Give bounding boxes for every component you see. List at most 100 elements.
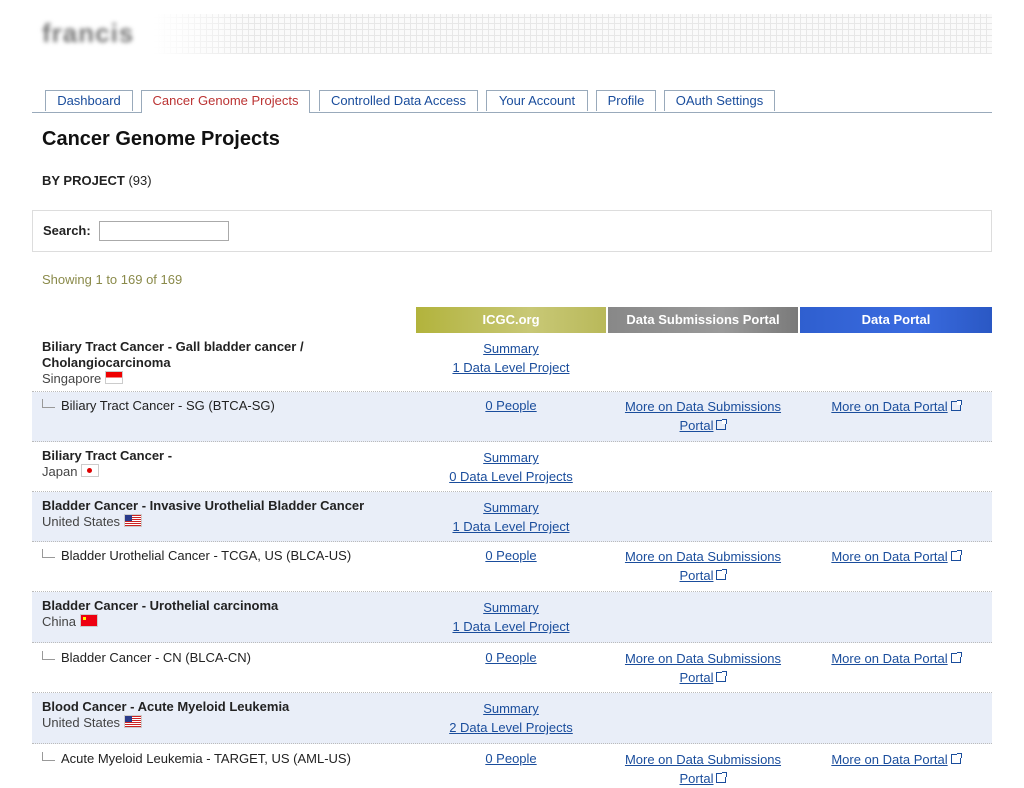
portal-link[interactable]: More on Data Portal [831,752,947,767]
summary-link[interactable]: Summary [483,450,539,465]
table-row: Biliary Tract Cancer - Japan Summary 0 D… [32,442,992,492]
jp-flag-icon [81,464,100,477]
column-header-data-portal: Data Portal [800,307,992,333]
icgc-cell: Summary 1 Data Level Project [416,339,606,377]
sg-flag-icon [105,371,124,384]
project-country: United States [42,514,382,530]
project-title: Bladder Cancer - Invasive Urothelial Bla… [42,498,365,513]
submissions-link[interactable]: More on Data Submissions Portal [625,549,781,583]
tab-cancer-genome-projects[interactable]: Cancer Genome Projects [141,90,310,113]
search-input[interactable] [99,221,229,241]
sub-project-cell: Bladder Cancer - CN (BLCA-CN) [42,650,251,665]
icgc-cell: 0 People [416,546,606,565]
external-link-icon [716,419,728,430]
country-name: China [42,614,76,629]
tree-elbow-icon [42,752,55,761]
site-logo[interactable]: francis [42,18,134,49]
submissions-link-text: More on Data Submissions [624,549,782,564]
submissions-cell: More on Data Submissions Portal [608,649,798,687]
data-level-projects-link[interactable]: 1 Data Level Project [452,519,569,534]
project-cell: Biliary Tract Cancer - Gall bladder canc… [42,339,382,387]
people-link[interactable]: 0 People [485,751,536,766]
project-country: Japan [42,464,382,480]
icgc-cell: 0 People [416,648,606,667]
submissions-link-text: More on Data Submissions [624,651,782,666]
us-flag-icon [124,715,143,728]
icgc-cell: Summary 1 Data Level Project [416,598,606,636]
submissions-link-text-2: Portal [679,418,714,433]
external-link-icon [950,550,962,561]
icgc-cell: 0 People [416,396,606,415]
country-name: United States [42,514,121,529]
search-panel: Search: [32,210,992,252]
tree-elbow-icon [42,549,55,558]
people-link[interactable]: 0 People [485,650,536,665]
project-cell: Blood Cancer - Acute Myeloid Leukemia Un… [42,699,382,731]
icgc-cell: Summary 0 Data Level Projects [416,448,606,486]
tab-controlled-data-access[interactable]: Controlled Data Access [319,90,478,111]
project-country: China [42,614,382,630]
tab-profile[interactable]: Profile [596,90,656,111]
sub-project-name: Bladder Cancer - CN (BLCA-CN) [61,650,251,665]
project-title: Biliary Tract Cancer - [42,448,173,463]
people-link[interactable]: 0 People [485,398,536,413]
summary-link[interactable]: Summary [483,341,539,356]
by-project-heading: BY PROJECT (93) [42,173,152,188]
summary-link[interactable]: Summary [483,600,539,615]
icgc-cell: 0 People [416,749,606,768]
submissions-link[interactable]: More on Data Submissions Portal [625,651,781,685]
project-country: Singapore [42,371,382,387]
external-link-icon [950,753,962,764]
country-name: United States [42,715,121,730]
icgc-cell: Summary 2 Data Level Projects [416,699,606,737]
data-level-projects-link[interactable]: 2 Data Level Projects [449,720,573,735]
portal-cell: More on Data Portal [800,750,992,769]
portal-link[interactable]: More on Data Portal [831,549,947,564]
sub-project-name: Acute Myeloid Leukemia - TARGET, US (AML… [61,751,351,766]
table-row: Bladder Cancer - Urothelial carcinoma Ch… [32,592,992,643]
external-link-icon [716,772,728,783]
tab-dashboard[interactable]: Dashboard [45,90,133,111]
us-flag-icon [124,514,143,527]
summary-link[interactable]: Summary [483,701,539,716]
column-header-data-submissions-portal: Data Submissions Portal [608,307,798,333]
submissions-link[interactable]: More on Data Submissions Portal [625,399,781,433]
data-level-projects-link[interactable]: 0 Data Level Projects [449,469,573,484]
page-title: Cancer Genome Projects [42,128,280,150]
country-name: Japan [42,464,78,479]
sub-project-name: Bladder Urothelial Cancer - TCGA, US (BL… [61,548,352,563]
project-title: Biliary Tract Cancer - Gall bladder canc… [42,339,304,370]
header-banner: francis [32,14,992,54]
data-level-projects-link[interactable]: 1 Data Level Project [452,619,569,634]
showing-count: Showing 1 to 169 of 169 [42,272,183,287]
project-cell: Bladder Cancer - Invasive Urothelial Bla… [42,498,382,530]
sub-project-cell: Acute Myeloid Leukemia - TARGET, US (AML… [42,751,351,766]
summary-link[interactable]: Summary [483,500,539,515]
cn-flag-icon [79,614,98,627]
tab-oauth-settings[interactable]: OAuth Settings [664,90,775,111]
submissions-link-text: More on Data Submissions [624,752,782,767]
country-name: Singapore [42,371,102,386]
project-cell: Bladder Cancer - Urothelial carcinoma Ch… [42,598,382,630]
table-row: Biliary Tract Cancer - Gall bladder canc… [32,333,992,392]
tree-elbow-icon [42,651,55,660]
sub-project-cell: Bladder Urothelial Cancer - TCGA, US (BL… [42,548,351,563]
projects-table: Biliary Tract Cancer - Gall bladder canc… [32,333,992,786]
tab-your-account[interactable]: Your Account [486,90,588,111]
tree-elbow-icon [42,399,55,408]
portal-link[interactable]: More on Data Portal [831,651,947,666]
people-link[interactable]: 0 People [485,548,536,563]
sub-project-cell: Biliary Tract Cancer - SG (BTCA-SG) [42,398,275,413]
data-level-projects-link[interactable]: 1 Data Level Project [452,360,569,375]
external-link-icon [716,569,728,580]
submissions-link[interactable]: More on Data Submissions Portal [625,752,781,786]
table-row: Bladder Cancer - CN (BLCA-CN) 0 People M… [32,643,992,693]
external-link-icon [950,652,962,663]
project-title: Bladder Cancer - Urothelial carcinoma [42,598,279,613]
tab-bar: Dashboard Cancer Genome Projects Control… [32,90,992,113]
portal-link[interactable]: More on Data Portal [831,399,947,414]
search-label: Search: [43,223,91,238]
project-cell: Biliary Tract Cancer - Japan [42,448,382,480]
sub-project-name: Biliary Tract Cancer - SG (BTCA-SG) [61,398,275,413]
portal-cell: More on Data Portal [800,649,992,668]
